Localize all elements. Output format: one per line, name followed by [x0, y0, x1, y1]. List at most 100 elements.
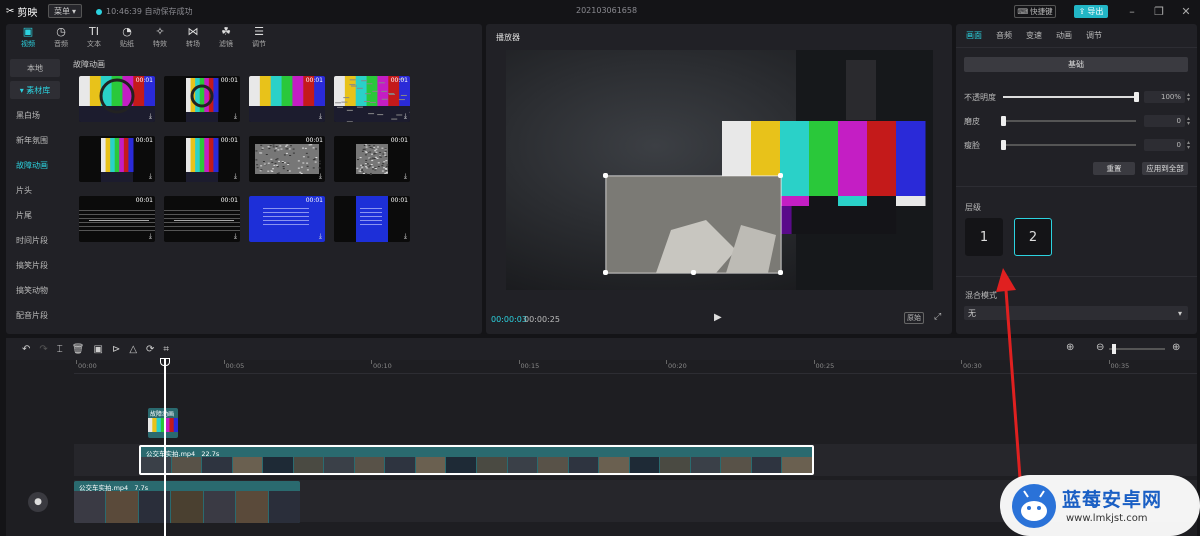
download-icon[interactable]: ⤓	[234, 112, 237, 121]
overlay-video-clip[interactable]: 公交车实拍.mp4 7.7s	[74, 481, 300, 523]
download-icon[interactable]: ⤓	[234, 232, 237, 241]
asset-duration: 00:01	[136, 77, 153, 84]
layer-2-button[interactable]: 2	[1014, 218, 1052, 256]
prop-tab[interactable]: 调节	[1086, 30, 1102, 41]
reverse-icon[interactable]: ⊳	[112, 344, 120, 355]
chevron-down-icon: ▾	[72, 7, 76, 16]
download-icon[interactable]: ⤓	[404, 172, 407, 181]
cover-icon[interactable]: ●	[28, 492, 48, 512]
prop-tab[interactable]: 画面	[966, 30, 982, 41]
crop-icon[interactable]: ⌗	[163, 344, 169, 355]
asset-thumbnail[interactable]: 00:01 ⤓	[79, 196, 155, 242]
mirror-icon[interactable]: △	[129, 344, 137, 355]
download-icon[interactable]: ⤓	[319, 232, 322, 241]
prop-value-input[interactable]: 100%	[1144, 91, 1185, 103]
blend-mode-select[interactable]: 无 ▾	[964, 306, 1188, 320]
reset-button[interactable]: 重置	[1093, 162, 1135, 175]
play-icon[interactable]: ▶	[714, 312, 722, 323]
download-icon[interactable]: ⤓	[319, 112, 322, 121]
rotate-icon[interactable]: ⟳	[146, 344, 154, 355]
stepper-icon[interactable]: ▴ ▾	[1187, 92, 1190, 102]
autosave-text: 10:46:39 自动保存成功	[106, 6, 192, 17]
apply-all-button[interactable]: 应用到全部	[1142, 162, 1188, 175]
layer-1-button[interactable]: 1	[965, 218, 1003, 256]
zoom-in-icon[interactable]: ⊕	[1172, 342, 1180, 353]
zoom-slider[interactable]	[1109, 348, 1165, 350]
overlay-clip-label: 公交车实拍.mp4 7.7s	[79, 482, 148, 492]
shortcut-button[interactable]: ⌨ 快捷键	[1014, 5, 1056, 18]
prop-label: 瘦脸	[964, 140, 999, 151]
minimize-icon[interactable]: –	[1124, 3, 1140, 19]
asset-thumbnail[interactable]: 00:01 ⤓	[164, 76, 240, 122]
prop-row: 瘦脸 0 ▴ ▾	[964, 138, 1190, 152]
asset-thumbnail[interactable]: 00:01 ⤓	[249, 76, 325, 122]
delete-icon[interactable]: 🗑	[72, 344, 85, 355]
prop-row: 磨皮 0 ▴ ▾	[964, 114, 1190, 128]
undo-icon[interactable]: ↶	[22, 344, 30, 355]
player-panel: 播放器 00:00:03 00:00:25 ▶ 原始 ⤢	[486, 24, 952, 334]
download-icon[interactable]: ⤓	[149, 172, 152, 181]
split-icon[interactable]: ⌶	[57, 344, 63, 355]
timeline-toolbar: ↶ ↷ ⌶ 🗑 ▣ ⊳ △ ⟳ ⌗	[6, 338, 1197, 360]
asset-thumbnail[interactable]: 00:01 ⤓	[334, 136, 410, 182]
app-logo: ✂ 剪映	[6, 4, 37, 19]
snap-icon[interactable]: ⊕	[1066, 342, 1074, 353]
asset-duration: 00:01	[221, 77, 238, 84]
export-button[interactable]: ⇪ 导出	[1074, 5, 1108, 18]
freeze-icon[interactable]: ▣	[93, 344, 102, 355]
maximize-icon[interactable]: ❐	[1151, 3, 1167, 19]
asset-thumbnail[interactable]: 00:01 ⤓	[334, 196, 410, 242]
aspect-ratio-button[interactable]: 原始	[904, 312, 924, 324]
shortcut-label: 快捷键	[1030, 6, 1053, 17]
close-icon[interactable]: ✕	[1178, 3, 1194, 19]
download-icon[interactable]: ⤓	[404, 232, 407, 241]
asset-thumbnail[interactable]: 00:01 ⤓	[249, 196, 325, 242]
sticker-clip[interactable]: 故障动画	[148, 408, 178, 438]
download-icon[interactable]: ⤓	[234, 172, 237, 181]
prop-value-input[interactable]: 0	[1144, 139, 1185, 151]
asset-duration: 00:01	[136, 137, 153, 144]
status-dot-icon	[96, 9, 102, 15]
download-icon[interactable]: ⤓	[149, 112, 152, 121]
basic-section-header[interactable]: 基础	[964, 57, 1188, 72]
logo-icon: ✂	[6, 6, 14, 17]
stepper-icon[interactable]: ▴ ▾	[1187, 140, 1190, 150]
menu-label: 菜单	[54, 6, 70, 17]
prop-value-input[interactable]: 0	[1144, 115, 1185, 127]
redo-icon[interactable]: ↷	[39, 344, 47, 355]
fullscreen-icon[interactable]: ⤢	[934, 312, 941, 322]
stepper-icon[interactable]: ▴ ▾	[1187, 116, 1190, 126]
timeline-ruler[interactable]: 00:00 00:05 00:10 00:15 00:20 00:25 00:30 00:35	[74, 360, 1197, 374]
preview-canvas[interactable]	[506, 50, 933, 290]
playhead[interactable]	[164, 358, 166, 536]
prop-slider[interactable]	[1003, 96, 1135, 98]
asset-thumbnail[interactable]: 00:01 ⤓	[334, 76, 410, 122]
main-video-clip[interactable]: 公交车实拍.mp4 22.7s	[139, 445, 814, 475]
download-icon[interactable]: ⤓	[149, 232, 152, 241]
prop-tab[interactable]: 音频	[996, 30, 1012, 41]
ruler-tick: 00:25	[816, 362, 835, 370]
menu-button[interactable]: 菜单 ▾	[48, 4, 82, 18]
current-timecode: 00:00:03	[491, 315, 527, 324]
asset-thumbnail[interactable]: 00:01 ⤓	[164, 136, 240, 182]
main-clip-duration: 22.7s	[201, 450, 219, 458]
prop-tab[interactable]: 变速	[1026, 30, 1042, 41]
asset-duration: 00:01	[221, 137, 238, 144]
asset-duration: 00:01	[306, 137, 323, 144]
prop-slider[interactable]	[1003, 120, 1135, 122]
export-label: 导出	[1087, 6, 1103, 17]
asset-thumbnail[interactable]: 00:01 ⤓	[164, 196, 240, 242]
asset-thumbnail[interactable]: 00:01 ⤓	[249, 136, 325, 182]
download-icon[interactable]: ⤓	[319, 172, 322, 181]
main-clip-name: 公交车实拍.mp4	[146, 450, 195, 458]
asset-thumbnail[interactable]: 00:01 ⤓	[79, 76, 155, 122]
prop-tab[interactable]: 动画	[1056, 30, 1072, 41]
download-icon[interactable]: ⤓	[404, 112, 407, 121]
prop-slider[interactable]	[1003, 144, 1135, 146]
overlay-clip-filmstrip	[74, 491, 300, 523]
asset-thumbnail[interactable]: 00:01 ⤓	[79, 136, 155, 182]
properties-tabs: 画面 音频 变速 动画 调节	[956, 24, 1197, 48]
asset-duration: 00:01	[391, 77, 408, 84]
watermark: 蓝莓安卓网 www.lmkjst.com	[1000, 475, 1200, 536]
zoom-out-icon[interactable]: ⊖	[1096, 342, 1104, 353]
